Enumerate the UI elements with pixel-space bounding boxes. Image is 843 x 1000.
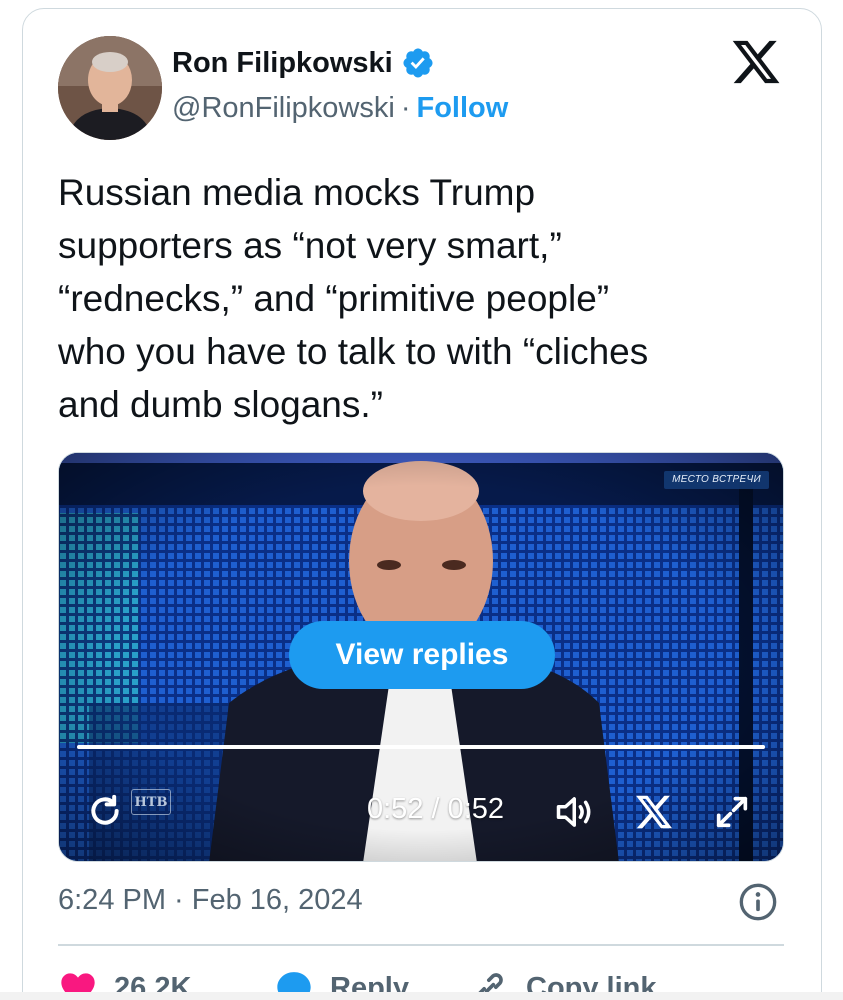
channel-tag: МЕСТО ВСТРЕЧИ bbox=[664, 471, 769, 489]
channel-logo: НТВ bbox=[131, 789, 171, 815]
x-logo-icon bbox=[636, 795, 673, 829]
info-icon[interactable] bbox=[738, 882, 778, 922]
replay-button[interactable] bbox=[85, 791, 125, 831]
x-watermark-button[interactable] bbox=[633, 791, 675, 833]
bottom-strip bbox=[0, 992, 843, 1000]
volume-icon bbox=[556, 797, 591, 827]
replay-icon bbox=[91, 794, 119, 825]
fullscreen-button[interactable] bbox=[711, 791, 753, 833]
view-replies-button[interactable]: View replies bbox=[289, 621, 555, 689]
handle-row: @RonFilipkowski · Follow bbox=[172, 92, 508, 125]
separator-dot: · bbox=[400, 92, 411, 124]
video-time: 0:52 / 0:52 bbox=[367, 793, 505, 825]
volume-button[interactable] bbox=[553, 791, 599, 833]
author-name[interactable]: Ron Filipkowski bbox=[172, 47, 393, 80]
follow-button[interactable]: Follow bbox=[417, 92, 509, 125]
author-handle[interactable]: @RonFilipkowski bbox=[172, 92, 395, 125]
tweet-text: Russian media mocks Trump supporters as … bbox=[58, 172, 649, 425]
author-avatar[interactable] bbox=[58, 36, 162, 140]
verified-badge-icon bbox=[403, 48, 433, 78]
expand-icon bbox=[716, 796, 748, 828]
x-logo-icon[interactable] bbox=[728, 36, 784, 88]
divider bbox=[58, 944, 784, 946]
video-player[interactable]: МЕСТО ВСТРЕЧИ View replies НТВ 0:52 / 0:… bbox=[58, 452, 784, 862]
tweet-timestamp[interactable]: 6:24 PM · Feb 16, 2024 bbox=[58, 884, 363, 917]
video-progress-fill bbox=[77, 745, 765, 749]
author-name-row: Ron Filipkowski bbox=[172, 46, 435, 80]
video-progress-bar[interactable] bbox=[77, 745, 765, 749]
